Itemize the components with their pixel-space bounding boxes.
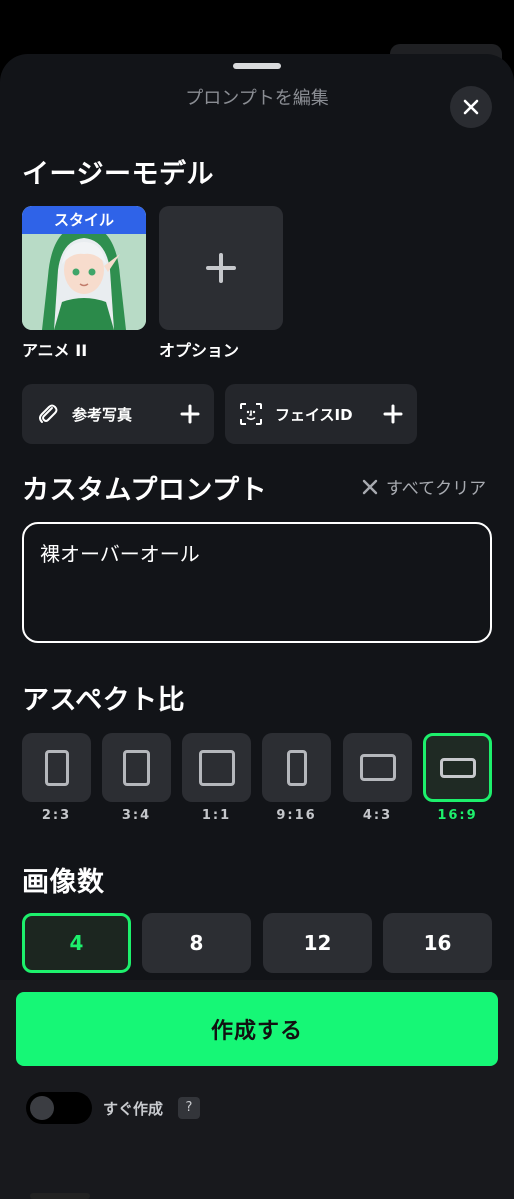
aspect-option-16-9[interactable] [423,733,492,802]
aspect-option-4-3[interactable] [343,733,412,802]
home-indicator [30,1193,90,1199]
help-icon[interactable]: ? [178,1097,200,1119]
tall-portrait-frame-icon [286,749,307,786]
easy-model-title: イージーモデル [22,159,214,190]
aspect-option-1-1[interactable] [182,733,251,802]
paperclip-icon [39,404,58,423]
aspect-option-9-16[interactable] [262,733,331,802]
bottom-action-bar: 作成する すぐ作成 ? [0,980,514,1199]
face-id-label: フェイスID [275,405,353,424]
create-button[interactable]: 作成する [16,992,498,1066]
close-icon [463,99,479,115]
aspect-label-16-9: 16:9 [437,808,478,823]
close-icon [362,479,378,494]
instant-create-label: すぐ作成 [103,1100,164,1118]
toggle-knob [30,1096,54,1120]
sheet-title: プロンプトを編集 [185,88,329,109]
plus-icon [180,404,200,424]
aspect-label-3-4: 3:4 [121,808,152,823]
model-label-option: オプション [159,341,240,360]
portrait-frame-icon [44,749,69,786]
aspect-option-3-4[interactable] [102,733,171,802]
aspect-label-2-3: 2:3 [41,808,72,823]
aspect-label-9-16: 9:16 [276,808,317,823]
clear-all-button[interactable]: すべてクリア [362,474,486,499]
plus-icon [206,253,236,283]
landscape-frame-icon [359,754,396,781]
model-label-anime-ii: アニメ II [22,341,88,360]
add-model-option-button[interactable] [159,206,283,330]
custom-prompt-title: カスタムプロンプト [22,475,268,506]
close-button[interactable] [450,86,492,128]
instant-create-toggle[interactable] [26,1092,92,1124]
reference-photo-label: 参考写真 [72,405,133,424]
edit-prompt-sheet: プロンプトを編集 イージーモデル スタイル アニメ II オプション 参考写真 … [0,54,514,1199]
count-option-4[interactable]: 4 [22,913,131,973]
face-scan-icon [240,403,262,425]
plus-icon [383,404,403,424]
wide-landscape-frame-icon [439,757,476,778]
model-style-badge: スタイル [22,206,146,234]
portrait-frame-icon [123,749,150,786]
square-frame-icon [198,749,235,786]
reference-photo-button[interactable]: 参考写真 [22,384,214,444]
face-id-button[interactable]: フェイスID [225,384,417,444]
aspect-ratio-title: アスペクト比 [22,685,186,716]
count-option-12[interactable]: 12 [263,913,372,973]
aspect-label-1-1: 1:1 [201,808,232,823]
clear-all-label: すべてクリア [386,479,487,499]
count-option-16[interactable]: 16 [383,913,492,973]
custom-prompt-input[interactable]: 裸オーバーオール [22,522,492,643]
aspect-option-2-3[interactable] [22,733,91,802]
count-option-8[interactable]: 8 [142,913,251,973]
aspect-label-4-3: 4:3 [362,808,393,823]
drag-handle[interactable] [233,63,281,69]
model-card-anime-ii[interactable]: スタイル [22,206,146,330]
image-count-title: 画像数 [22,867,105,898]
